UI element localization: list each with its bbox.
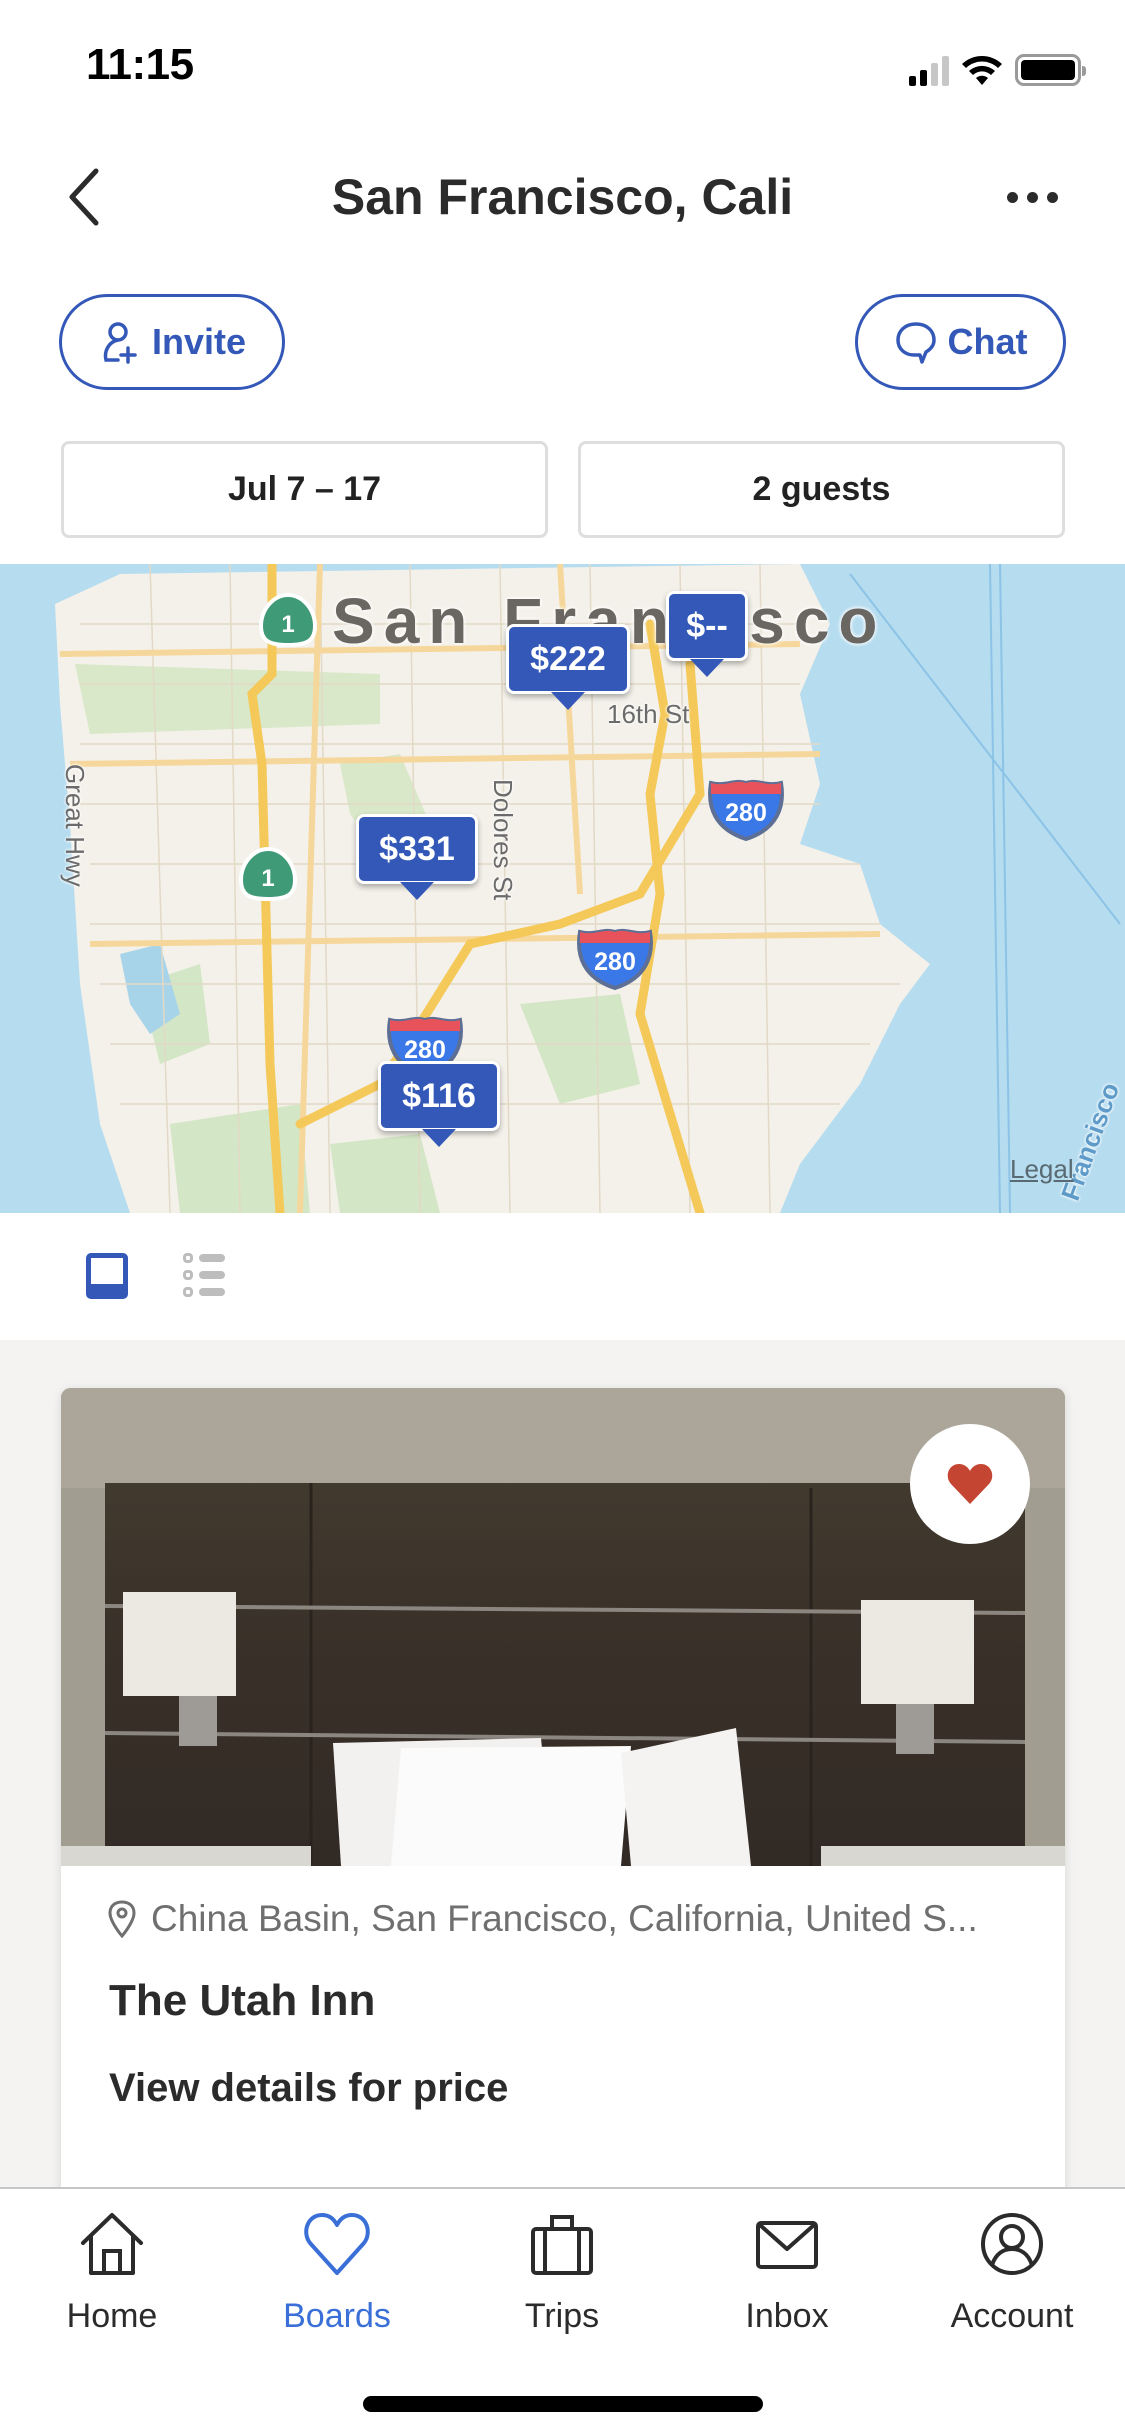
tab-account[interactable]: Account: [912, 2209, 1112, 2336]
map-street-label: 16th St: [607, 699, 690, 729]
highway-shield-1-icon: 1: [258, 592, 318, 648]
tab-label: Trips: [524, 2297, 600, 2335]
invite-button[interactable]: Invite: [59, 294, 285, 390]
svg-text:280: 280: [404, 1036, 446, 1064]
home-indicator[interactable]: [363, 2396, 763, 2412]
wifi-icon: [962, 56, 1002, 85]
list-view-toggle[interactable]: [183, 1253, 227, 1299]
map-legal-link[interactable]: Legal: [1010, 1154, 1074, 1185]
status-time: 11:15: [86, 40, 194, 89]
map-street-label: Dolores St: [488, 779, 518, 901]
svg-text:280: 280: [725, 799, 767, 827]
svg-text:1: 1: [281, 611, 294, 638]
interstate-280-shield-icon: 280: [708, 779, 784, 841]
heart-filled-icon: [947, 1464, 993, 1504]
chat-bubble-icon: [895, 322, 936, 364]
person-add-icon: [103, 322, 137, 364]
listing-location: China Basin, San Francisco, California, …: [107, 1898, 978, 1940]
svg-text:280: 280: [594, 948, 636, 976]
mail-icon: [756, 2221, 818, 2269]
more-horizontal-icon: [1006, 191, 1018, 203]
home-icon: [81, 2213, 143, 2275]
suitcase-icon: [531, 2215, 593, 2275]
highway-shield-1-icon: 1: [238, 846, 298, 902]
tab-home[interactable]: Home: [12, 2209, 212, 2336]
map-view[interactable]: San Francisco 16th St Dolores St Great H…: [0, 564, 1125, 1213]
account-icon: [981, 2213, 1043, 2275]
battery-icon: [1015, 54, 1086, 86]
listing-price[interactable]: View details for price: [109, 2066, 508, 2111]
tab-inbox[interactable]: Inbox: [687, 2209, 887, 2336]
chat-button[interactable]: Chat: [855, 294, 1066, 390]
map-pin-icon: [108, 1900, 136, 1938]
map-street-label: Great Hwy: [60, 764, 90, 887]
status-icons: [909, 50, 1086, 86]
invite-label: Invite: [151, 321, 247, 362]
grid-view-toggle[interactable]: [86, 1253, 128, 1299]
more-button[interactable]: [997, 170, 1067, 224]
price-pin[interactable]: $222: [506, 624, 630, 710]
favorite-button[interactable]: [910, 1424, 1030, 1544]
signal-icon: [909, 56, 949, 86]
dates-selector[interactable]: Jul 7 – 17: [61, 441, 548, 538]
location-text: China Basin, San Francisco, California, …: [151, 1898, 978, 1939]
chat-label: Chat: [947, 321, 1028, 362]
listing-photo[interactable]: [61, 1388, 1065, 1866]
tab-trips[interactable]: Trips: [462, 2209, 662, 2336]
price-pin[interactable]: $116: [378, 1061, 500, 1147]
interstate-280-shield-icon: 280: [577, 928, 653, 990]
svg-text:1: 1: [261, 865, 274, 892]
price-pin[interactable]: $331: [356, 814, 478, 900]
tab-label: Account: [950, 2297, 1074, 2335]
listing-name[interactable]: The Utah Inn: [109, 1976, 375, 2026]
price-pin[interactable]: $--: [666, 591, 748, 677]
heart-icon: [304, 2213, 370, 2275]
tab-label: Inbox: [745, 2297, 829, 2335]
tab-label: Boards: [283, 2297, 391, 2335]
page-title: San Francisco, Cali: [331, 169, 794, 225]
tab-label: Home: [66, 2297, 158, 2335]
grid-view-icon: [91, 1258, 123, 1284]
guests-selector[interactable]: 2 guests: [578, 441, 1065, 538]
tab-boards[interactable]: Boards: [237, 2209, 437, 2336]
listing-card[interactable]: China Basin, San Francisco, California, …: [61, 1388, 1065, 2208]
